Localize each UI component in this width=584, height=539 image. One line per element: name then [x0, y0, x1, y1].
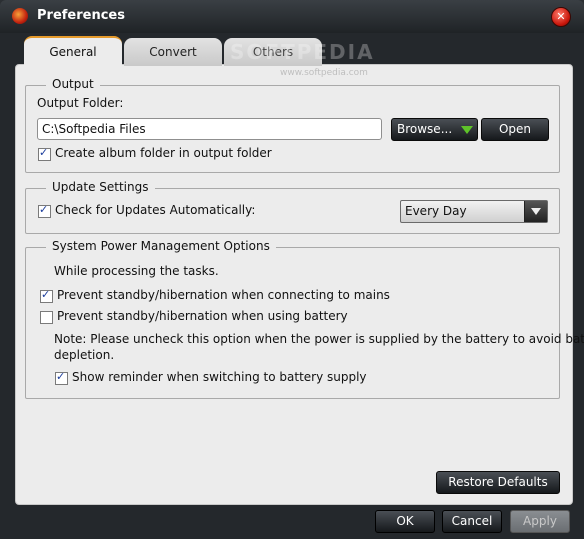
- ok-button[interactable]: OK: [375, 510, 435, 533]
- output-folder-label: Output Folder:: [37, 96, 124, 110]
- power-intro-text: While processing the tasks.: [54, 264, 219, 278]
- update-frequency-select[interactable]: Every Day: [400, 200, 548, 223]
- album-folder-checkbox[interactable]: [38, 146, 51, 161]
- update-frequency-value: Every Day: [405, 204, 467, 218]
- browse-button[interactable]: Browse...: [391, 118, 478, 141]
- auto-update-label: Check for Updates Automatically:: [55, 203, 256, 217]
- prevent-standby-mains-checkbox[interactable]: [40, 288, 53, 303]
- power-note-line1: Note: Please uncheck this option when th…: [54, 332, 584, 346]
- update-settings-legend: Update Settings: [46, 180, 155, 194]
- window-title: Preferences: [37, 8, 125, 23]
- power-management-legend: System Power Management Options: [46, 239, 276, 253]
- close-icon[interactable]: ✕: [551, 7, 571, 27]
- power-management-group: System Power Management Options While pr…: [25, 239, 584, 399]
- update-settings-group: Update Settings Check for Updates Automa…: [25, 180, 560, 234]
- cancel-button[interactable]: Cancel: [442, 510, 502, 533]
- auto-update-checkbox[interactable]: [38, 203, 51, 218]
- open-button[interactable]: Open: [481, 118, 549, 141]
- prevent-standby-battery-label: Prevent standby/hibernation when using b…: [57, 309, 348, 323]
- restore-defaults-button[interactable]: Restore Defaults: [436, 471, 560, 494]
- tab-convert[interactable]: Convert: [124, 38, 222, 66]
- softpedia-watermark-url: www.softpedia.com: [280, 68, 368, 78]
- album-folder-label: Create album folder in output folder: [55, 146, 272, 160]
- dropdown-arrow-icon[interactable]: [461, 126, 473, 134]
- power-note-line2: depletion.: [54, 348, 115, 362]
- output-legend: Output: [46, 77, 100, 91]
- prevent-standby-mains-label: Prevent standby/hibernation when connect…: [57, 288, 390, 302]
- output-group: Output Output Folder: C:\Softpedia Files…: [25, 77, 560, 173]
- app-logo-icon: [12, 8, 28, 24]
- softpedia-watermark: SOFTPEDIA: [230, 40, 375, 64]
- general-panel: Output Output Folder: C:\Softpedia Files…: [15, 64, 584, 505]
- tab-general[interactable]: General: [24, 36, 122, 70]
- title-bar[interactable]: Preferences ✕: [0, 0, 584, 33]
- prevent-standby-battery-checkbox[interactable]: [40, 311, 53, 324]
- apply-button[interactable]: Apply: [510, 510, 570, 533]
- battery-reminder-label: Show reminder when switching to battery …: [72, 370, 367, 384]
- output-folder-input[interactable]: C:\Softpedia Files: [37, 118, 382, 140]
- browse-button-label: Browse...: [397, 122, 453, 136]
- preferences-window: Preferences ✕ Output Output Folder: C:\S…: [0, 0, 584, 539]
- battery-reminder-checkbox[interactable]: [55, 370, 68, 385]
- chevron-down-icon[interactable]: [524, 201, 547, 222]
